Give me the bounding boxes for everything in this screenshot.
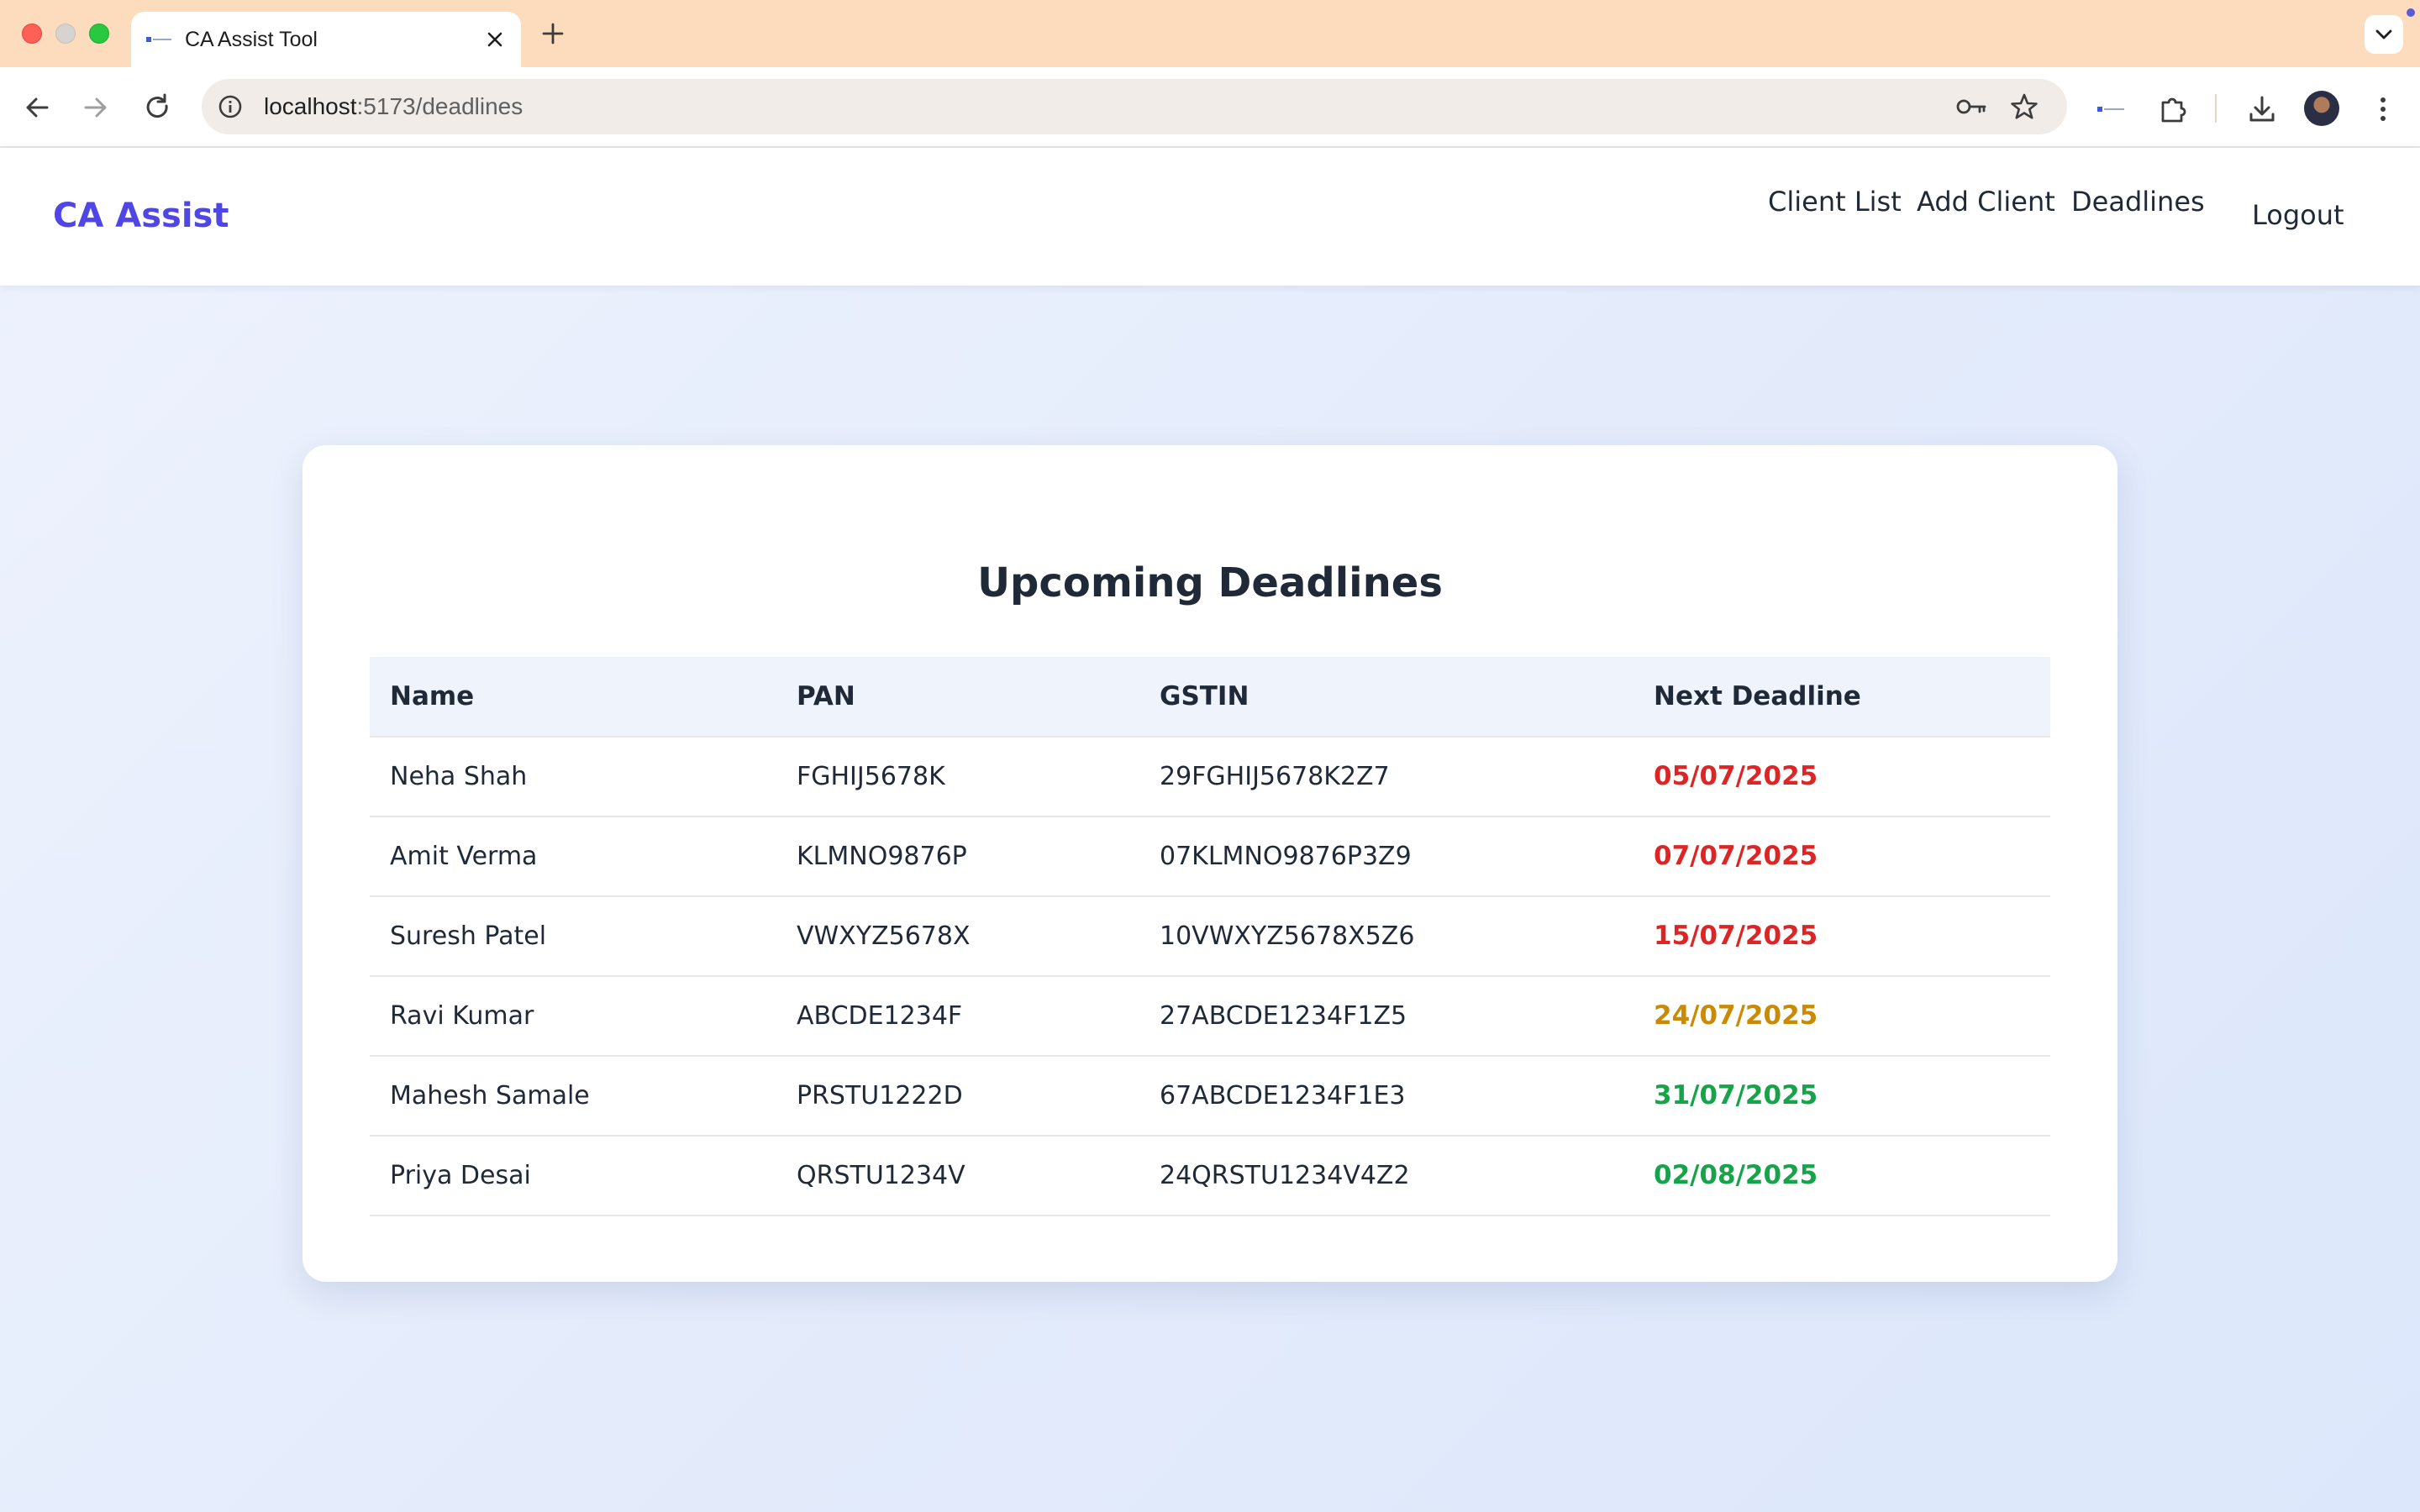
cell-deadline: 15/07/2025 — [1654, 921, 1818, 951]
cell-deadline: 02/08/2025 — [1654, 1160, 1818, 1190]
window-minimize-button[interactable] — [55, 24, 76, 44]
table-row: Ravi Kumar ABCDE1234F 27ABCDE1234F1Z5 24… — [370, 977, 2050, 1057]
cell-pan: FGHIJ5678K — [797, 762, 945, 791]
extension-icon[interactable] — [2094, 92, 2128, 126]
column-header-name: Name — [390, 681, 475, 711]
chevron-down-icon — [2375, 29, 2392, 39]
table-row: Priya Desai QRSTU1234V 24QRSTU1234V4Z2 0… — [370, 1137, 2050, 1216]
table-row: Mahesh Samale PRSTU1222D 67ABCDE1234F1E3… — [370, 1057, 2050, 1137]
cell-gstin: 10VWXYZ5678X5Z6 — [1160, 921, 1415, 951]
window-close-button[interactable] — [22, 24, 42, 44]
cell-deadline: 31/07/2025 — [1654, 1080, 1818, 1110]
app-header: CA Assist Client List Add Client Deadlin… — [0, 148, 2420, 286]
puzzle-icon[interactable] — [2156, 92, 2190, 126]
table-row: Amit Verma KLMNO9876P 07KLMNO9876P3Z9 07… — [370, 817, 2050, 897]
browser-tab[interactable]: CA Assist Tool — [131, 12, 521, 67]
tab-favicon-icon — [146, 37, 171, 42]
cell-name: Ravi Kumar — [390, 1001, 534, 1031]
cell-gstin: 67ABCDE1234F1E3 — [1160, 1081, 1406, 1110]
column-header-next-deadline: Next Deadline — [1654, 681, 1861, 711]
address-bar[interactable]: localhost:5173/deadlines — [202, 79, 2067, 134]
tab-search-button[interactable] — [2365, 15, 2403, 54]
url-host: localhost — [264, 93, 357, 119]
table-row: Neha Shah FGHIJ5678K 29FGHIJ5678K2Z7 05/… — [370, 738, 2050, 817]
tab-title: CA Assist Tool — [185, 28, 318, 51]
cell-pan: PRSTU1222D — [797, 1081, 963, 1110]
deadlines-card: Upcoming Deadlines Name PAN GSTIN Next D… — [302, 445, 2118, 1282]
cell-gstin: 27ABCDE1234F1Z5 — [1160, 1001, 1407, 1031]
column-header-gstin: GSTIN — [1160, 681, 1249, 711]
cell-name: Amit Verma — [390, 842, 538, 871]
cell-name: Mahesh Samale — [390, 1081, 590, 1110]
cell-pan: KLMNO9876P — [797, 842, 967, 871]
table-row: Suresh Patel VWXYZ5678X 10VWXYZ5678X5Z6 … — [370, 897, 2050, 977]
cell-name: Priya Desai — [390, 1161, 531, 1190]
reload-icon[interactable] — [139, 89, 176, 126]
cell-name: Neha Shah — [390, 762, 528, 791]
page-title: Upcoming Deadlines — [977, 559, 1443, 606]
download-icon[interactable] — [2245, 92, 2279, 126]
nav-client-list[interactable]: Client List — [1768, 183, 1902, 220]
url-path: :5173/deadlines — [356, 93, 523, 119]
cell-deadline: 05/07/2025 — [1654, 761, 1818, 791]
close-icon[interactable] — [481, 25, 509, 54]
notification-dot — [2407, 8, 2415, 17]
nav-deadlines[interactable]: Deadlines — [2071, 183, 2205, 220]
key-icon[interactable] — [1954, 92, 1988, 121]
kebab-menu-icon[interactable] — [2366, 92, 2400, 126]
cell-name: Suresh Patel — [390, 921, 547, 951]
info-icon[interactable] — [217, 93, 244, 120]
cell-gstin: 29FGHIJ5678K2Z7 — [1160, 762, 1390, 791]
logout-button[interactable]: Logout — [2252, 197, 2344, 234]
cell-deadline: 24/07/2025 — [1654, 1000, 1818, 1031]
cell-pan: VWXYZ5678X — [797, 921, 971, 951]
toolbar-separator — [2215, 94, 2217, 123]
cell-deadline: 07/07/2025 — [1654, 841, 1818, 871]
cell-gstin: 07KLMNO9876P3Z9 — [1160, 842, 1412, 871]
deadlines-table: Name PAN GSTIN Next Deadline Neha Shah F… — [370, 657, 2050, 1216]
brand-logo[interactable]: CA Assist — [53, 193, 229, 239]
nav-add-client[interactable]: Add Client — [1917, 183, 2055, 220]
cell-gstin: 24QRSTU1234V4Z2 — [1160, 1161, 1410, 1190]
column-header-pan: PAN — [797, 681, 855, 711]
star-icon[interactable] — [2008, 91, 2040, 123]
cell-pan: ABCDE1234F — [797, 1001, 963, 1031]
back-arrow-icon[interactable] — [18, 89, 55, 126]
browser-toolbar: localhost:5173/deadlines — [0, 67, 2420, 148]
plus-icon[interactable] — [538, 18, 568, 49]
window-zoom-button[interactable] — [89, 24, 109, 44]
app-viewport: CA Assist Client List Add Client Deadlin… — [0, 148, 2420, 1512]
forward-arrow-icon[interactable] — [77, 89, 114, 126]
table-header: Name PAN GSTIN Next Deadline — [370, 657, 2050, 738]
cell-pan: QRSTU1234V — [797, 1161, 965, 1190]
avatar[interactable] — [2304, 91, 2339, 126]
browser-tab-strip: CA Assist Tool — [0, 0, 2420, 67]
url-text: localhost:5173/deadlines — [264, 91, 523, 123]
